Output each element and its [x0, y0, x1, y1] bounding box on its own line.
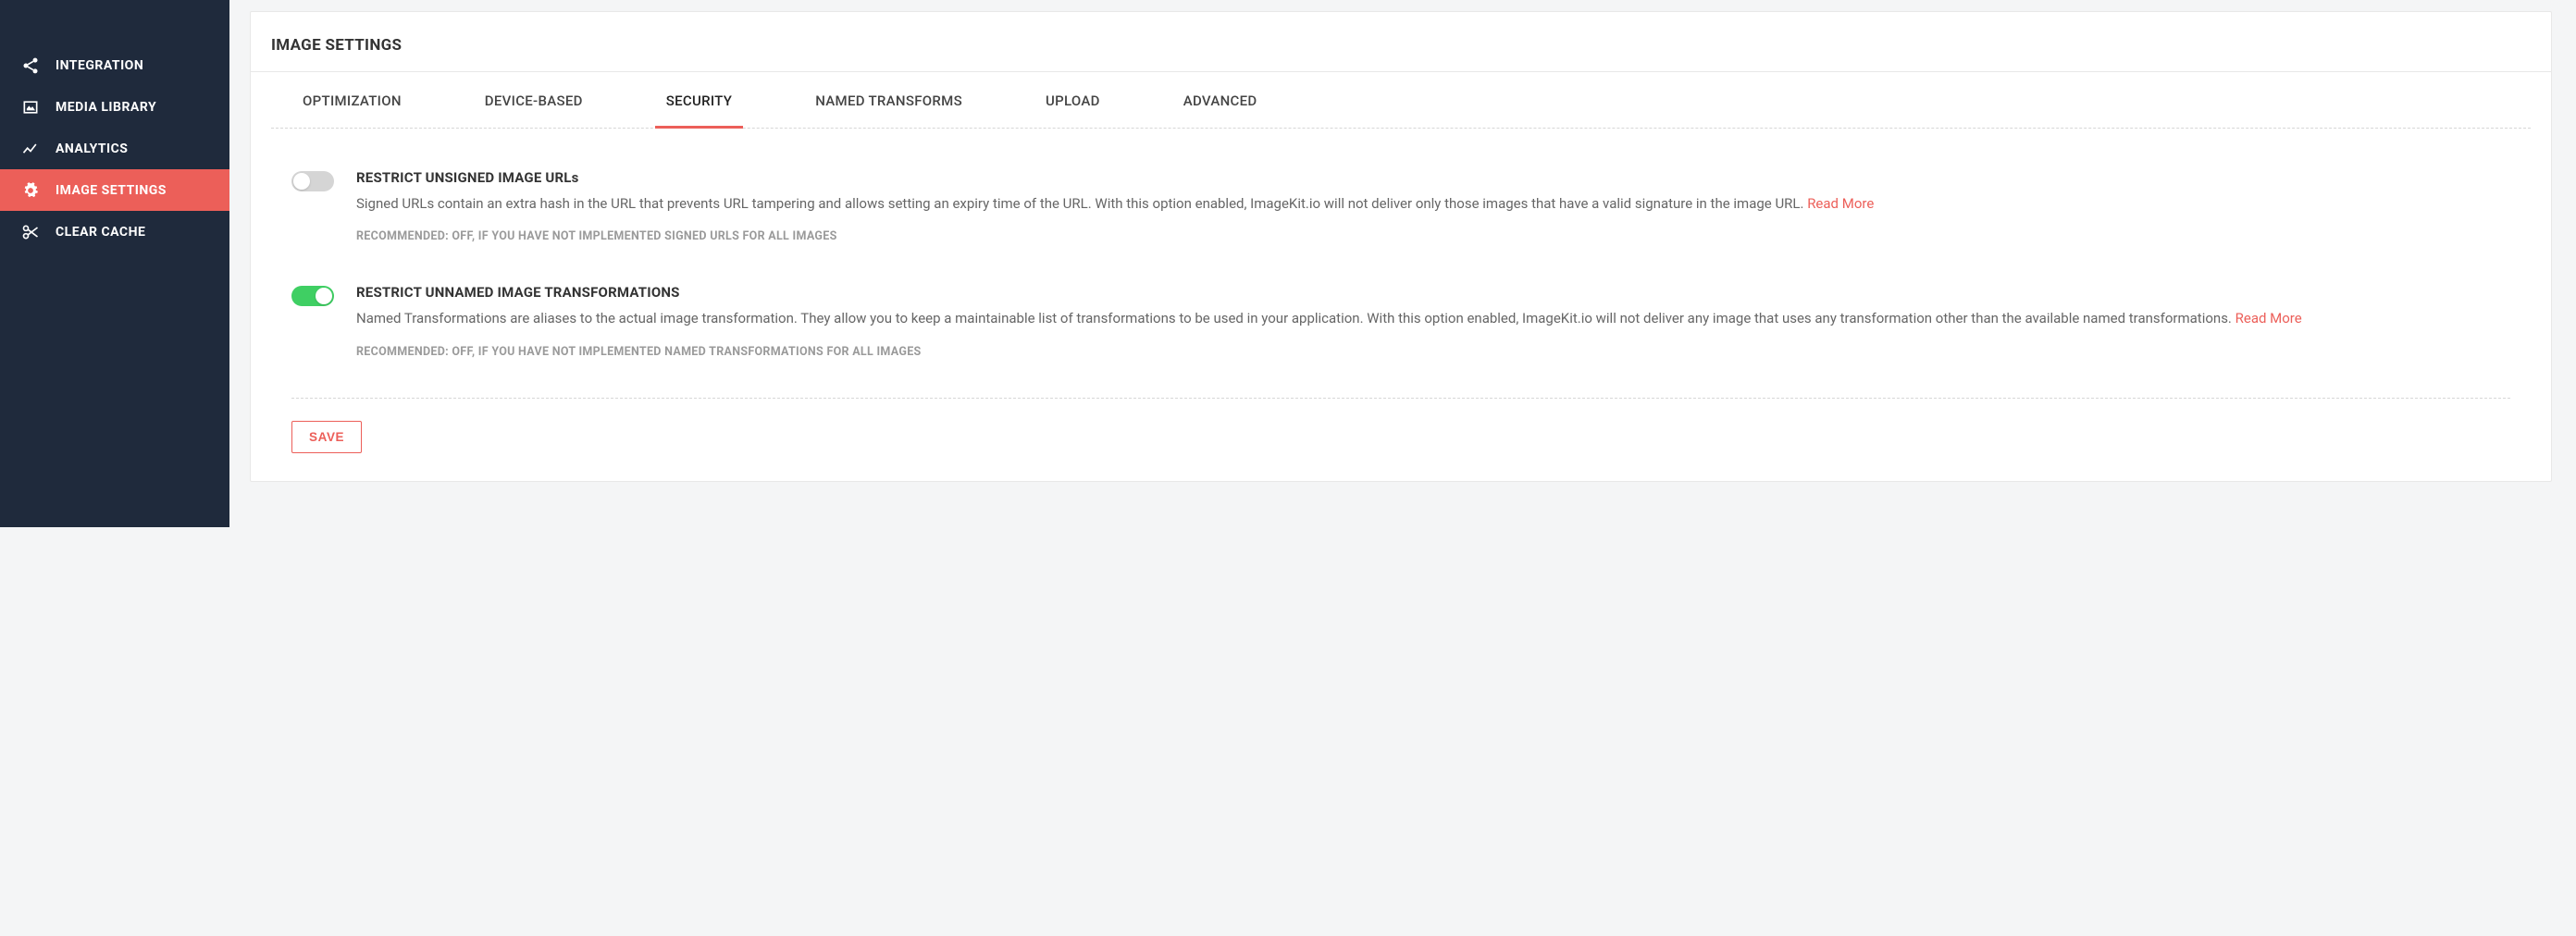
toggle-knob	[316, 288, 332, 304]
save-button[interactable]: SAVE	[291, 421, 362, 453]
setting-restrict-unnamed-transforms: RESTRICT UNNAMED IMAGE TRANSFORMATIONS N…	[291, 275, 2510, 389]
sidebar-item-label: ANALYTICS	[56, 142, 128, 156]
main-content: IMAGE SETTINGS OPTIMIZATION DEVICE-BASED…	[229, 0, 2576, 527]
image-icon	[20, 97, 41, 117]
tab-upload[interactable]: UPLOAD	[1034, 72, 1111, 129]
panel-header: IMAGE SETTINGS	[251, 12, 2551, 72]
toggle-restrict-unnamed-transforms[interactable]	[291, 286, 334, 306]
chart-line-icon	[20, 139, 41, 159]
tabs-bar: OPTIMIZATION DEVICE-BASED SECURITY NAMED…	[271, 72, 2531, 129]
setting-restrict-unsigned-urls: RESTRICT UNSIGNED IMAGE URLs Signed URLs…	[291, 160, 2510, 275]
toggle-restrict-unsigned-urls[interactable]	[291, 171, 334, 191]
sidebar: INTEGRATION MEDIA LIBRARY ANALYTICS IMAG…	[0, 0, 229, 527]
setting-title: RESTRICT UNSIGNED IMAGE URLs	[356, 169, 2510, 186]
tab-advanced[interactable]: ADVANCED	[1172, 72, 1269, 129]
scissors-icon	[20, 222, 41, 242]
setting-description: Named Transformations are aliases to the…	[356, 308, 2510, 329]
sidebar-item-label: CLEAR CACHE	[56, 225, 145, 240]
settings-panel: IMAGE SETTINGS OPTIMIZATION DEVICE-BASED…	[250, 11, 2552, 482]
share-icon	[20, 55, 41, 76]
divider	[291, 398, 2510, 399]
sidebar-item-label: INTEGRATION	[56, 58, 143, 73]
sidebar-item-integration[interactable]: INTEGRATION	[0, 44, 229, 86]
read-more-link[interactable]: Read More	[1807, 195, 1874, 212]
sidebar-item-clear-cache[interactable]: CLEAR CACHE	[0, 211, 229, 252]
tab-security[interactable]: SECURITY	[655, 72, 743, 129]
setting-recommended: RECOMMENDED: OFF, IF YOU HAVE NOT IMPLEM…	[356, 229, 2510, 243]
gear-icon	[20, 180, 41, 201]
setting-title: RESTRICT UNNAMED IMAGE TRANSFORMATIONS	[356, 284, 2510, 301]
settings-body: RESTRICT UNSIGNED IMAGE URLs Signed URLs…	[271, 129, 2531, 481]
sidebar-item-label: MEDIA LIBRARY	[56, 100, 156, 115]
tab-optimization[interactable]: OPTIMIZATION	[291, 72, 413, 129]
toggle-knob	[293, 173, 310, 190]
page-title: IMAGE SETTINGS	[271, 36, 2531, 55]
sidebar-item-media-library[interactable]: MEDIA LIBRARY	[0, 86, 229, 128]
read-more-link[interactable]: Read More	[2235, 310, 2302, 326]
sidebar-item-label: IMAGE SETTINGS	[56, 183, 167, 198]
sidebar-item-image-settings[interactable]: IMAGE SETTINGS	[0, 169, 229, 211]
sidebar-item-analytics[interactable]: ANALYTICS	[0, 128, 229, 169]
setting-recommended: RECOMMENDED: OFF, IF YOU HAVE NOT IMPLEM…	[356, 345, 2510, 359]
tab-named-transforms[interactable]: NAMED TRANSFORMS	[804, 72, 973, 129]
setting-description: Signed URLs contain an extra hash in the…	[356, 193, 2510, 215]
tab-device-based[interactable]: DEVICE-BASED	[474, 72, 594, 129]
